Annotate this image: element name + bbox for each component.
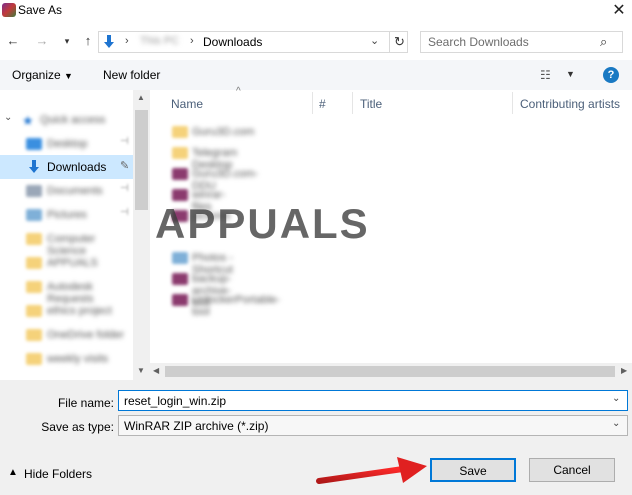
star-icon: ★ [22,113,34,128]
back-arrow-icon[interactable]: ← [5,32,21,50]
downloads-arrow-icon [29,160,39,173]
window-title: Save As [18,3,63,17]
nav-item-folder[interactable]: OneDrive folder [0,323,133,347]
folder-icon [172,126,188,138]
documents-icon [26,185,42,197]
collapse-caret-icon[interactable]: ▲ [8,467,18,478]
pin-icon: ⊣ [120,183,129,194]
nav-item-label: ethics project [47,305,112,317]
save-button[interactable]: Save [430,458,516,482]
nav-item-folder[interactable]: Autodesk Requests [0,275,133,305]
recent-locations-chevron-icon[interactable]: ▾ [59,32,75,50]
pin-icon: ⊣ [120,136,129,147]
breadcrumb-chevron-icon[interactable]: › [125,35,129,47]
folder-icon [26,329,42,341]
cancel-button[interactable]: Cancel [529,458,615,482]
file-name-label: File name: [57,396,114,410]
nav-item-downloads[interactable]: Downloads ✎ [0,155,133,179]
column-name[interactable]: Name [171,97,203,111]
nav-item-folder[interactable]: weekly visits [0,347,133,371]
file-name: Guru3D.com [192,126,255,138]
refresh-icon[interactable]: ↻ [389,31,409,53]
archive-icon [172,168,188,180]
folder-icon [26,257,42,269]
nav-item-label: Quick access [40,114,106,126]
file-name-dropdown-icon[interactable]: ⌄ [612,393,620,404]
folder-icon [26,233,42,245]
scroll-down-icon[interactable]: ▼ [137,366,145,375]
folder-icon [26,353,42,365]
folder-icon [26,305,42,317]
file-name: UnlockerPortable-tool [192,294,281,318]
save-as-type-label: Save as type: [41,420,114,434]
organize-dropdown-icon: ▼ [64,71,73,81]
archive-icon [172,294,188,306]
save-as-type-dropdown-icon[interactable]: ⌄ [612,418,620,429]
shortcut-icon [172,252,188,264]
title-bar [0,0,632,22]
nav-item-label: Pictures [47,209,87,221]
pictures-icon [26,209,42,221]
nav-item-label: weekly visits [47,353,109,365]
new-folder-button[interactable]: New folder [103,68,160,82]
annotation-arrow [316,457,427,484]
breadcrumb-this-pc[interactable]: This PC [140,35,179,47]
search-placeholder: Search Downloads [428,35,529,49]
scroll-left-icon[interactable]: ◀ [153,366,159,375]
nav-item-label: APPUALS [47,257,98,269]
hscrollbar-thumb[interactable] [165,366,615,377]
hide-folders-button[interactable]: Hide Folders [24,467,92,481]
column-divider[interactable] [512,92,513,114]
nav-item-quick-access[interactable]: ★ Quick access [0,108,133,132]
nav-item-label: Downloads [47,160,107,174]
command-bar [0,60,632,90]
breadcrumb-downloads[interactable]: Downloads [203,35,262,49]
column-divider[interactable] [312,92,313,114]
close-icon[interactable]: ✕ [606,0,632,22]
help-icon[interactable]: ? [603,67,619,83]
column-number[interactable]: # [319,97,326,111]
forward-arrow-icon[interactable]: → [34,32,50,50]
file-name-value[interactable]: reset_login_win.zip [124,394,226,408]
pin-icon: ⊣ [120,207,129,218]
view-dropdown-icon[interactable]: ▼ [566,69,575,79]
winrar-app-icon [2,3,16,17]
nav-item-folder[interactable]: Computer Science [0,227,133,257]
column-contributing-artists[interactable]: Contributing artists [520,97,620,111]
scroll-up-icon[interactable]: ▲ [137,93,145,102]
search-icon[interactable]: ⌕ [600,34,607,50]
organize-button[interactable]: Organize ▼ [12,68,73,82]
downloads-folder-icon [104,35,114,48]
appuals-watermark: APPUALS [155,200,370,247]
pin-icon: ✎ [120,160,130,172]
desktop-icon [26,138,42,150]
archive-icon [172,273,188,285]
save-as-type-value[interactable]: WinRAR ZIP archive (*.zip) [124,419,268,433]
breadcrumb-chevron-icon[interactable]: › [190,35,194,47]
nav-scrollbar-thumb[interactable] [135,110,148,210]
sort-ascending-icon: ^ [236,86,241,97]
nav-item-desktop[interactable]: Desktop ⊣ [0,132,133,156]
nav-item-pictures[interactable]: Pictures ⊣ [0,203,133,227]
folder-icon [172,147,188,159]
folder-icon [26,281,42,293]
nav-item-folder[interactable]: ethics project [0,299,133,323]
view-options-icon[interactable]: ☷ [540,68,551,82]
nav-item-documents[interactable]: Documents ⊣ [0,179,133,203]
address-dropdown-icon[interactable]: ⌄ [370,34,379,47]
organize-label: Organize [12,68,61,82]
nav-item-label: Desktop [47,138,88,150]
nav-item-folder[interactable]: APPUALS [0,251,133,275]
up-arrow-icon[interactable]: ↑ [80,32,96,50]
column-title[interactable]: Title [360,97,382,111]
nav-item-label: OneDrive folder [47,329,125,341]
scroll-right-icon[interactable]: ▶ [621,366,627,375]
column-divider[interactable] [352,92,353,114]
nav-item-label: Documents [47,185,103,197]
